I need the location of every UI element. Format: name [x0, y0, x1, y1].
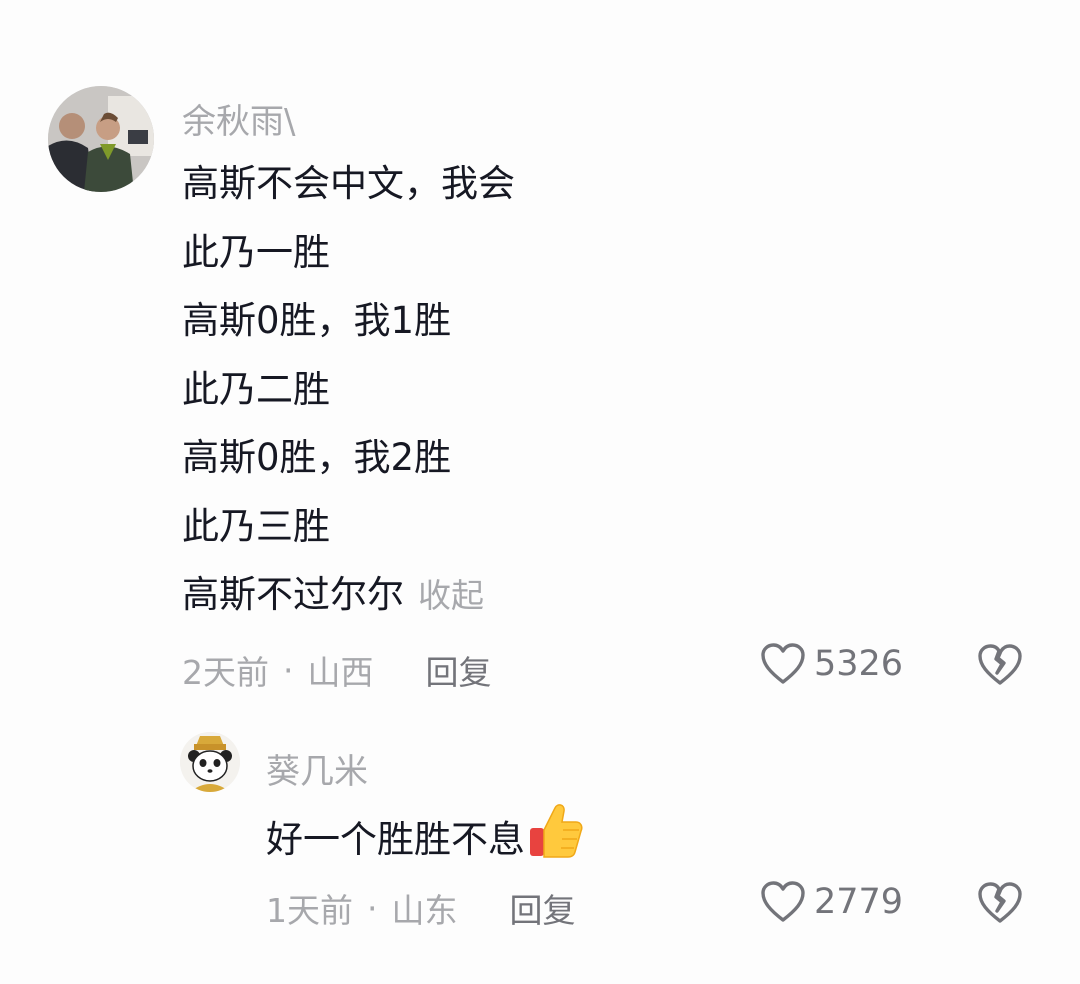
- dislike-button[interactable]: [976, 642, 1024, 688]
- reply-meta: 1天前 · 山东 回复: [266, 884, 576, 932]
- comment-text: 高斯不会中文，我会 此乃一胜 高斯0胜，我1胜 此乃二胜 高斯0胜，我2胜 此乃…: [182, 150, 515, 631]
- comment-line: 此乃三胜: [182, 504, 330, 548]
- reply-avatar[interactable]: [180, 732, 240, 792]
- heart-icon: [761, 643, 805, 684]
- avatar-photo-icon: [48, 86, 154, 192]
- comment-time: 2天前: [182, 653, 269, 692]
- collapse-button[interactable]: 收起: [418, 576, 484, 615]
- reply-location: 山东: [391, 891, 458, 930]
- comment-username[interactable]: 余秋雨\: [182, 94, 295, 143]
- comment-item: 余秋雨\ 高斯不会中文，我会 此乃一胜 高斯0胜，我1胜 此乃二胜 高斯0胜，我…: [0, 0, 1080, 720]
- like-button[interactable]: 2779: [760, 880, 903, 924]
- comment-line: 此乃一胜: [182, 230, 330, 274]
- meta-separator: ·: [283, 650, 294, 690]
- comment-location: 山西: [307, 653, 374, 692]
- comment-line-text: 高斯不过尔尔: [182, 573, 404, 616]
- dislike-button[interactable]: [976, 880, 1024, 926]
- thumbs-up-icon: [527, 800, 583, 883]
- reply-line: 好一个胜胜不息: [266, 800, 583, 883]
- broken-heart-icon: [978, 644, 1022, 685]
- reply-item: 葵几米 好一个胜胜不息 1天前 · 山东 回复 2779: [0, 720, 1080, 984]
- heart-icon: [761, 881, 805, 922]
- reply-button[interactable]: 回复: [510, 884, 576, 932]
- comment-line: 高斯不过尔尔 收起: [182, 561, 515, 631]
- avatar[interactable]: [48, 86, 154, 192]
- reply-line-text: 好一个胜胜不息: [266, 818, 525, 861]
- reply-username[interactable]: 葵几米: [266, 744, 368, 793]
- comment-line: 高斯不会中文，我会: [182, 162, 515, 205]
- comment-meta: 2天前 · 山西 回复: [182, 646, 492, 694]
- reply-text: 好一个胜胜不息: [266, 800, 583, 883]
- like-button[interactable]: 5326: [760, 642, 903, 686]
- comment-line: 高斯0胜，我2胜: [182, 436, 452, 479]
- reply-time: 1天前: [266, 891, 353, 930]
- broken-heart-icon: [978, 882, 1022, 923]
- reply-button[interactable]: 回复: [426, 646, 492, 694]
- like-count: 5326: [814, 644, 904, 684]
- like-count: 2779: [814, 882, 904, 922]
- meta-separator: ·: [367, 888, 378, 928]
- comment-line: 高斯0胜，我1胜: [182, 299, 452, 342]
- comment-line: 此乃二胜: [182, 367, 330, 411]
- panda-avatar-icon: [180, 732, 240, 792]
